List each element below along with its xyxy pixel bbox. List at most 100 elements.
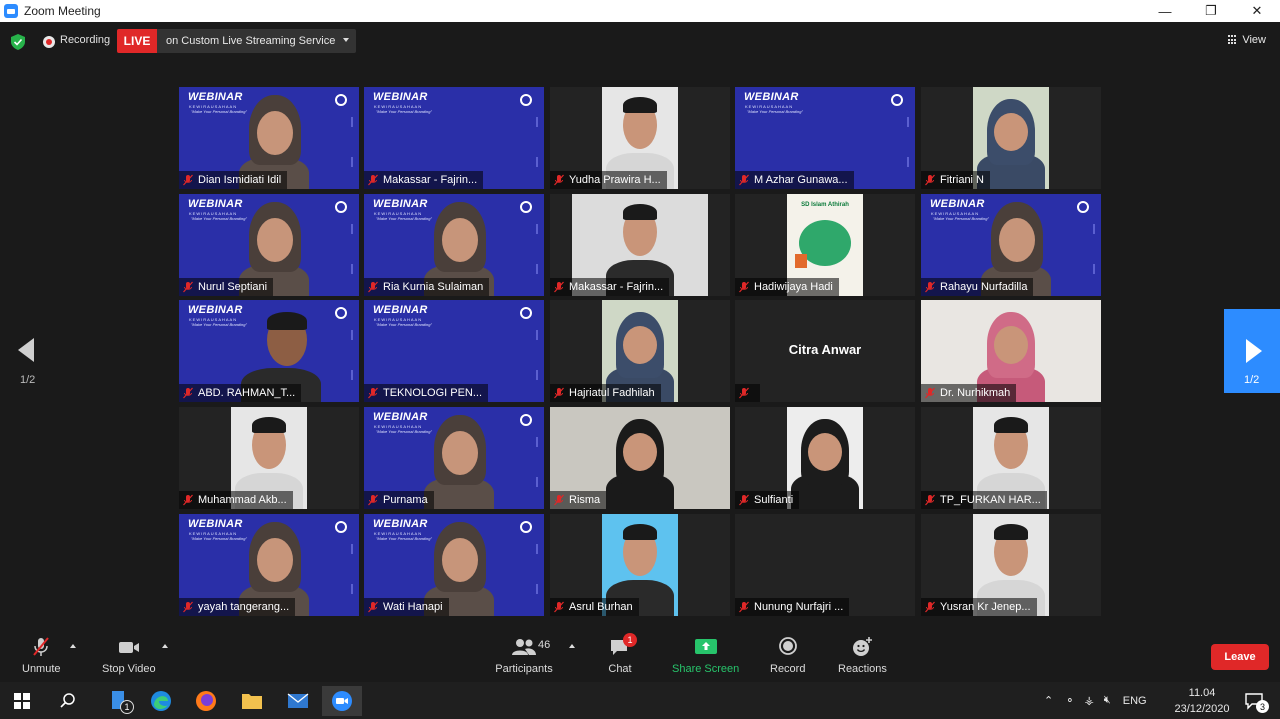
recording-label[interactable]: Recording	[60, 34, 110, 46]
next-page-button[interactable]: 1/2	[1224, 309, 1280, 393]
volume-muted-icon[interactable]: 🔇︎	[1104, 694, 1111, 707]
view-label: View	[1242, 34, 1266, 46]
previous-page-button[interactable]: 1/2	[0, 330, 50, 392]
participant-tile[interactable]: Sulfianti	[735, 407, 915, 509]
muted-microphone-icon	[368, 494, 378, 506]
taskbar-firefox[interactable]	[186, 686, 226, 716]
participant-tile[interactable]: Dr. Nurhikmah	[921, 300, 1101, 402]
webinar-title: WEBINAR	[373, 518, 428, 530]
view-button[interactable]: View	[1228, 34, 1266, 46]
participant-name-bar: Dr. Nurhikmah	[921, 384, 1017, 402]
audio-options-caret[interactable]	[70, 644, 76, 648]
participant-tile[interactable]: Yudha Prawira H...	[550, 87, 730, 189]
participant-name: Wati Hanapi	[383, 601, 443, 613]
reactions-button[interactable]: Reactions	[838, 636, 887, 675]
participant-tile[interactable]: Fitriani N	[921, 87, 1101, 189]
muted-microphone-icon	[368, 281, 378, 293]
muted-microphone-icon	[368, 601, 378, 613]
share-screen-icon	[694, 639, 717, 654]
participant-name: ABD. RAHMAN_T...	[198, 387, 296, 399]
taskbar-edge[interactable]	[141, 686, 181, 716]
muted-microphone-icon	[925, 174, 935, 186]
participant-tile[interactable]: Citra Anwar	[735, 300, 915, 402]
network-icon[interactable]: ⚬	[1065, 694, 1074, 707]
participant-tile[interactable]: Risma	[550, 407, 730, 509]
participant-tile[interactable]: WEBINAR KEWIRAUSAHAAN "Make Your Personal …	[364, 514, 544, 616]
taskbar-clock[interactable]: 11.04 23/12/2020	[1170, 685, 1234, 717]
close-button[interactable]: ✕	[1234, 0, 1280, 22]
unmute-label: Unmute	[22, 663, 61, 675]
stop-video-button[interactable]: Stop Video	[102, 636, 156, 675]
participants-button[interactable]: 46 Participants	[494, 636, 554, 675]
decor-stripe	[536, 544, 538, 554]
participant-tile[interactable]: SD Islam Athirah Hadiwijaya Hadi	[735, 194, 915, 296]
participant-hair	[267, 312, 307, 330]
search-button[interactable]	[48, 686, 88, 716]
participant-tile[interactable]: TP_FURKAN HAR...	[921, 407, 1101, 509]
participant-face	[999, 218, 1035, 262]
share-screen-button[interactable]: Share Screen	[672, 636, 739, 675]
usb-icon[interactable]: ⚶	[1084, 694, 1093, 707]
taskbar-zoom[interactable]	[322, 686, 362, 716]
participant-tile[interactable]: WEBINAR KEWIRAUSAHAAN "Make Your Personal …	[179, 87, 359, 189]
chevron-up-icon[interactable]: ⌃	[1044, 694, 1053, 707]
participant-tile[interactable]: WEBINAR KEWIRAUSAHAAN "Make Your Personal …	[735, 87, 915, 189]
muted-microphone-icon	[183, 494, 193, 506]
video-options-caret[interactable]	[162, 644, 168, 648]
school-decor	[795, 254, 807, 268]
participant-name: Nurul Septiani	[198, 281, 268, 293]
shield-icon[interactable]	[11, 34, 25, 50]
participant-tile[interactable]: Makassar - Fajrin...	[550, 194, 730, 296]
taskbar-file-app[interactable]: 1	[98, 686, 138, 716]
participant-tile[interactable]: WEBINAR KEWIRAUSAHAAN "Make Your Personal …	[364, 407, 544, 509]
participant-tile[interactable]: Hajriatul Fadhilah	[550, 300, 730, 402]
muted-microphone-icon	[925, 281, 935, 293]
participant-tile[interactable]: Muhammad Akb...	[179, 407, 359, 509]
participant-tile[interactable]: WEBINAR KEWIRAUSAHAAN "Make Your Personal …	[364, 194, 544, 296]
notification-center-button[interactable]: 3	[1234, 686, 1274, 716]
unmute-button[interactable]: Unmute	[22, 636, 61, 675]
participant-tile[interactable]: WEBINAR KEWIRAUSAHAAN "Make Your Personal …	[364, 87, 544, 189]
participant-tile[interactable]: WEBINAR KEWIRAUSAHAAN "Make Your Personal …	[179, 300, 359, 402]
webinar-tagline: "Make Your Personal Branding"	[191, 216, 247, 221]
windows-start-button[interactable]	[2, 686, 42, 716]
participant-name: Dr. Nurhikmah	[940, 387, 1011, 399]
participant-tile[interactable]: WEBINAR KEWIRAUSAHAAN "Make Your Personal …	[179, 194, 359, 296]
participant-name-bar: Nurul Septiani	[179, 278, 274, 296]
leave-button[interactable]: Leave	[1211, 644, 1269, 670]
participant-name: Makassar - Fajrin...	[569, 281, 664, 293]
maximize-button[interactable]: ❐	[1188, 0, 1234, 22]
participant-name-bar: Dian Ismidiati Idil	[179, 171, 288, 189]
webinar-title: WEBINAR	[188, 198, 243, 210]
participant-tile[interactable]: WEBINAR KEWIRAUSAHAAN "Make Your Personal …	[921, 194, 1101, 296]
record-button[interactable]: Record	[770, 636, 805, 675]
language-indicator[interactable]: ENG	[1123, 695, 1147, 707]
webinar-tagline: "Make Your Personal Branding"	[191, 536, 247, 541]
participant-tile[interactable]: WEBINAR KEWIRAUSAHAAN "Make Your Personal …	[364, 300, 544, 402]
system-tray: ⌃ ⚬ ⚶ 🔇︎ ENG	[1044, 682, 1147, 719]
participant-name: Hajriatul Fadhilah	[569, 387, 655, 399]
windows-taskbar: 1 ⌃ ⚬ ⚶ 🔇︎ ENG 11.04 23/12/2020 3	[0, 682, 1280, 719]
decor-stripe	[536, 370, 538, 380]
taskbar-file-explorer[interactable]	[232, 686, 272, 716]
decor-stripe	[351, 224, 353, 234]
taskbar-mail[interactable]	[278, 686, 318, 716]
webinar-title: WEBINAR	[373, 411, 428, 423]
participant-name: Yudha Prawira H...	[569, 174, 661, 186]
muted-microphone-icon	[925, 601, 935, 613]
muted-microphone-icon	[183, 601, 193, 613]
participant-name-bar: Nunung Nurfajri ...	[735, 598, 850, 616]
live-stream-dropdown[interactable]: on Custom Live Streaming Service	[157, 29, 356, 53]
participant-tile[interactable]: Asrul Burhan	[550, 514, 730, 616]
decor-stripe	[351, 370, 353, 380]
participant-tile[interactable]: Yusran Kr Jenep...	[921, 514, 1101, 616]
participant-tile[interactable]: WEBINAR KEWIRAUSAHAAN "Make Your Personal …	[179, 514, 359, 616]
title-bar: Zoom Meeting — ❐ ✕	[0, 0, 1280, 22]
participant-tile[interactable]: Nunung Nurfajri ...	[735, 514, 915, 616]
participant-face	[442, 431, 478, 475]
minimize-button[interactable]: —	[1142, 0, 1188, 22]
participants-count: 46	[538, 639, 551, 651]
participant-name-bar: ABD. RAHMAN_T...	[179, 384, 302, 402]
participants-options-caret[interactable]	[569, 644, 575, 648]
chat-button[interactable]: 1 Chat	[608, 633, 637, 675]
